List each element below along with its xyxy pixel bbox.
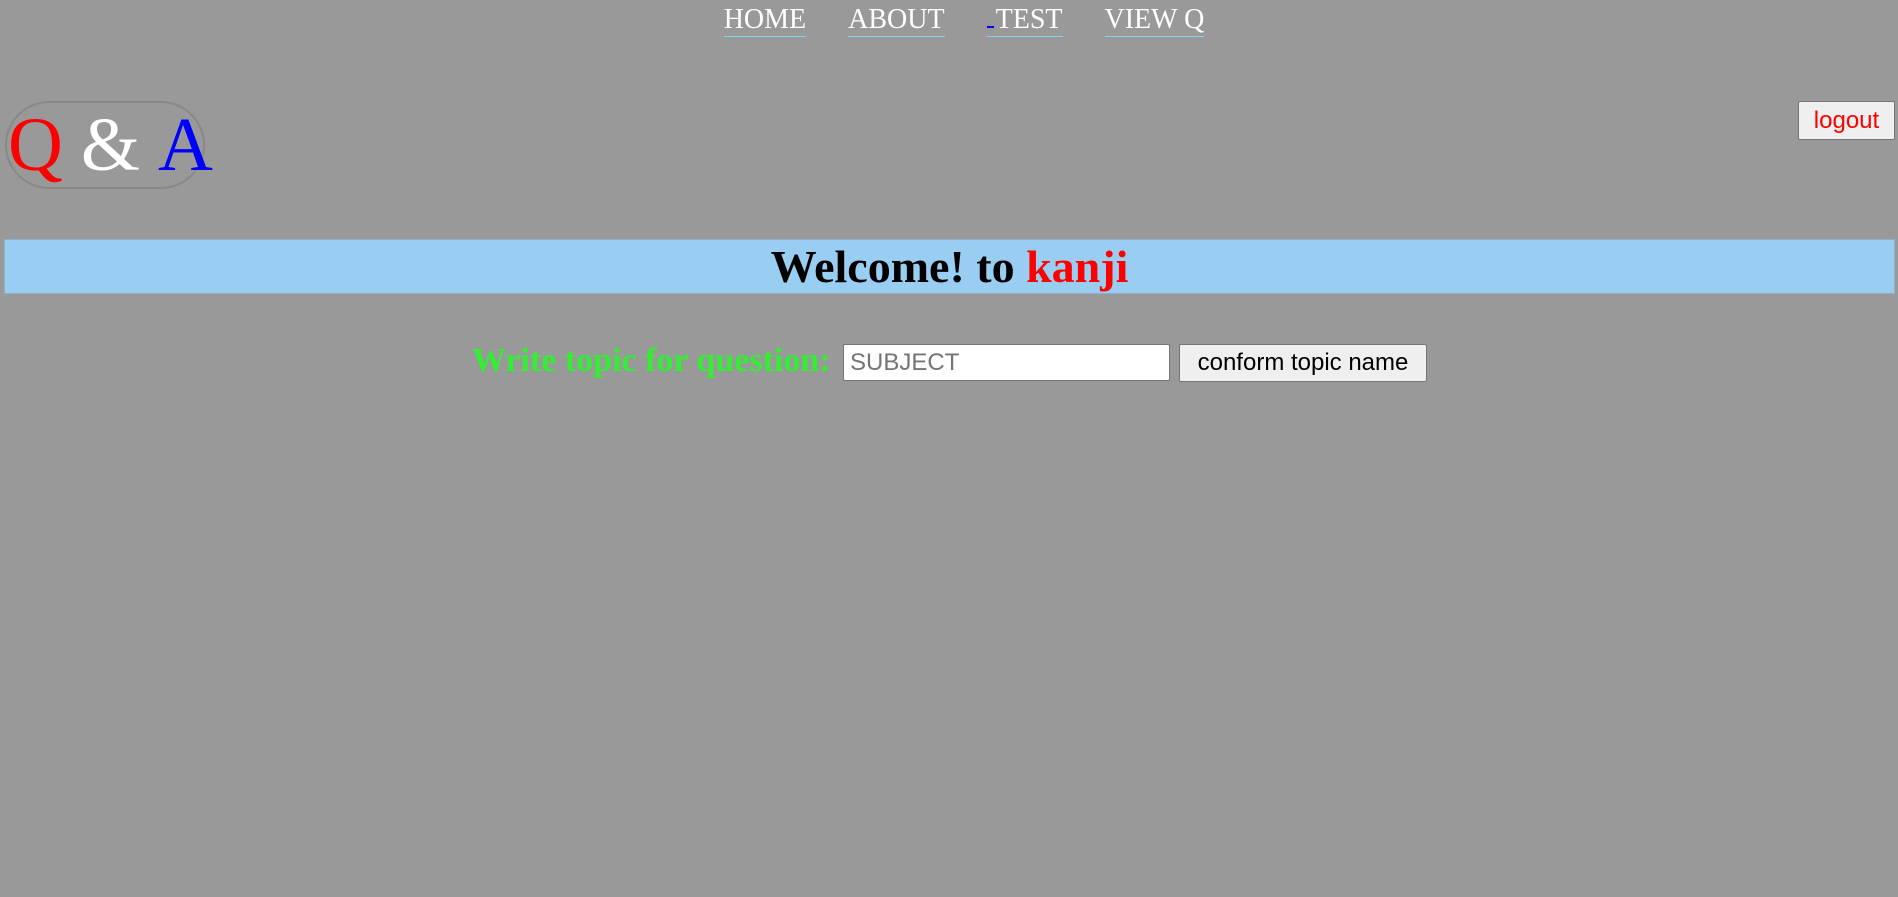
nav-link-test[interactable]: TEST xyxy=(986,4,1063,37)
nav-link-home[interactable]: HOME xyxy=(723,4,807,37)
logo-letter-q: Q xyxy=(8,103,63,187)
link-underline-mark xyxy=(986,26,994,28)
nav-link-about[interactable]: ABOUT xyxy=(848,4,945,37)
logo-letter-a: A xyxy=(158,103,213,187)
topic-form: Write topic for question: conform topic … xyxy=(0,340,1898,386)
logo-ampersand: & xyxy=(80,103,141,187)
topic-label: Write topic for question: xyxy=(472,342,831,379)
logout-button[interactable]: logout xyxy=(1798,101,1895,140)
confirm-topic-button[interactable]: conform topic name xyxy=(1179,344,1427,382)
top-nav: HOME ABOUT TEST VIEW Q xyxy=(0,0,1898,40)
welcome-banner: Welcome! to kanji xyxy=(4,239,1895,294)
nav-link-test-label: TEST xyxy=(995,4,1063,35)
welcome-username: kanji xyxy=(1026,241,1129,292)
top-nav-links: HOME ABOUT TEST VIEW Q xyxy=(705,4,1224,37)
subject-input[interactable] xyxy=(843,344,1170,381)
qa-logo: Q & A xyxy=(5,101,213,189)
nav-link-view-q[interactable]: VIEW Q xyxy=(1104,4,1205,37)
welcome-text: Welcome! to xyxy=(770,241,1027,292)
